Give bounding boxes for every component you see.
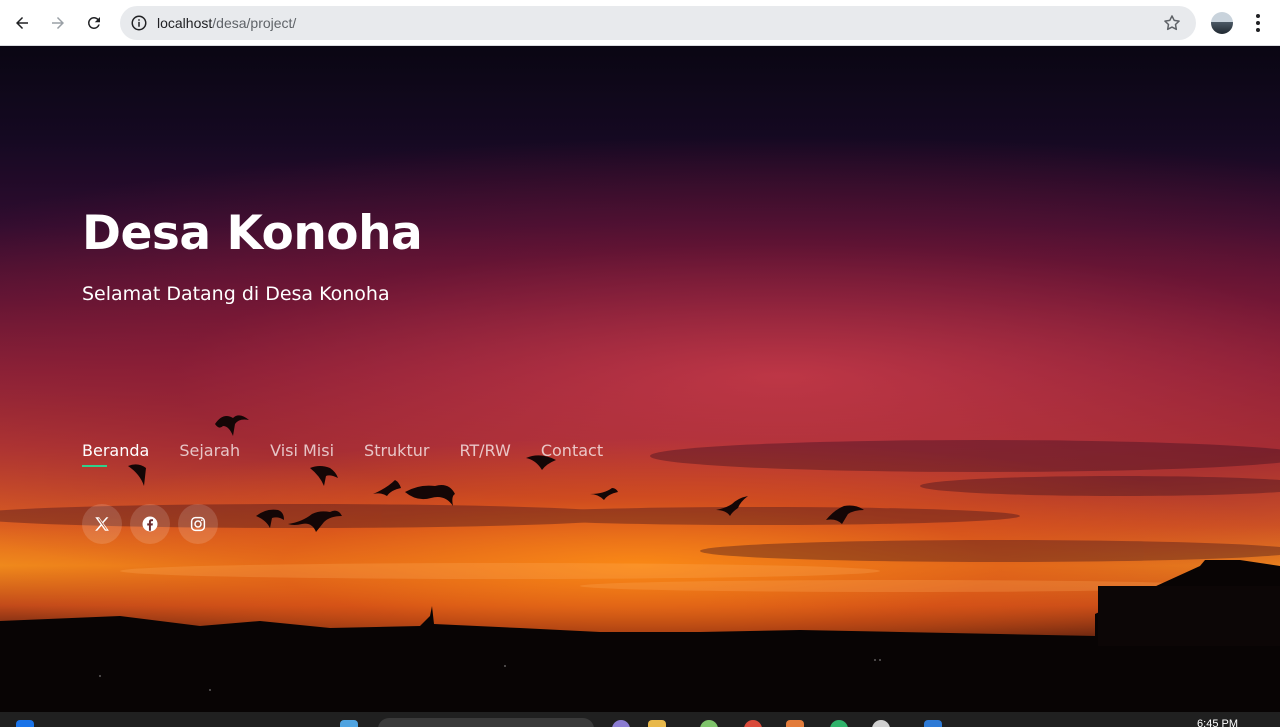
arrow-left-icon (16, 17, 28, 29)
url-host: localhost (157, 15, 213, 31)
folder-icon[interactable] (648, 720, 666, 727)
start-menu-icon[interactable] (16, 720, 34, 727)
kebab-menu-icon[interactable] (1248, 12, 1268, 34)
hero-section: Desa Konoha Selamat Datang di Desa Konoh… (0, 46, 1280, 712)
reload-button[interactable] (78, 7, 110, 39)
app-icon[interactable] (744, 720, 762, 727)
site-subtitle: Selamat Datang di Desa Konoha (82, 283, 390, 305)
facebook-icon (142, 516, 158, 532)
nav-item-visi-misi[interactable]: Visi Misi (270, 441, 334, 466)
profile-avatar[interactable] (1211, 12, 1233, 34)
windows-icon[interactable] (340, 720, 358, 727)
chrome-icon[interactable] (872, 720, 890, 727)
twitter-x-button[interactable] (82, 504, 122, 544)
nav-item-struktur[interactable]: Struktur (364, 441, 429, 466)
app-icon[interactable] (700, 720, 718, 727)
star-icon[interactable] (1162, 13, 1182, 33)
arrow-right-icon (52, 17, 64, 29)
os-taskbar: 6:45 PM (0, 712, 1280, 727)
nav-item-sejarah[interactable]: Sejarah (179, 441, 240, 466)
social-links (82, 504, 218, 544)
url-text[interactable]: localhost/desa/project/ (157, 6, 296, 40)
nav-item-beranda[interactable]: Beranda (82, 441, 149, 467)
nav-item-contact[interactable]: Contact (541, 441, 603, 466)
taskbar-search[interactable] (378, 718, 594, 727)
site-title: Desa Konoha (82, 206, 423, 261)
app-icon[interactable] (612, 720, 630, 727)
url-path: /desa/project/ (212, 15, 297, 31)
back-button[interactable] (6, 7, 38, 39)
x-twitter-icon (95, 517, 109, 531)
app-icon[interactable] (830, 720, 848, 727)
app-icon[interactable] (786, 720, 804, 727)
reload-icon (87, 16, 100, 29)
main-navigation: Beranda Sejarah Visi Misi Struktur RT/RW… (82, 441, 603, 467)
info-icon[interactable] (130, 14, 148, 32)
instagram-icon (190, 516, 206, 532)
instagram-button[interactable] (178, 504, 218, 544)
browser-toolbar: localhost/desa/project/ (0, 0, 1280, 46)
address-bar[interactable]: localhost/desa/project/ (120, 6, 1196, 40)
sunset-background-image (0, 415, 1280, 712)
nav-item-rt-rw[interactable]: RT/RW (459, 441, 510, 466)
app-icon[interactable] (924, 720, 942, 727)
taskbar-clock: 6:45 PM (1197, 718, 1238, 727)
facebook-button[interactable] (130, 504, 170, 544)
forward-button[interactable] (42, 7, 74, 39)
